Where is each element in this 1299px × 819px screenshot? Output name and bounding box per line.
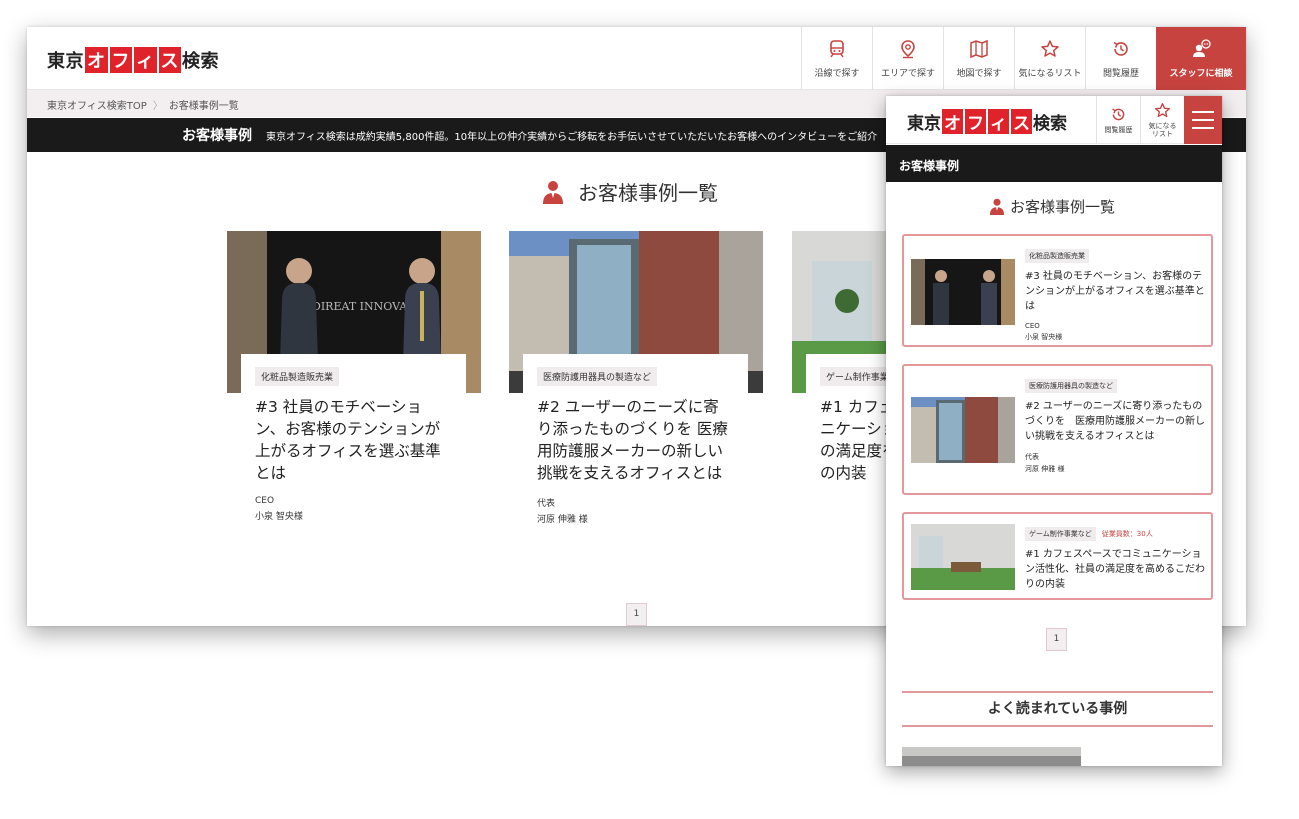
star-icon <box>1041 39 1059 57</box>
case-title[interactable]: #1 カフェスペースでコミュニケーション活性化、社員の満足度を高めるこだわりの内… <box>1025 547 1205 592</box>
section-heading: お客様事例一覧 <box>542 177 718 206</box>
case-title[interactable]: #2 ユーザーのニーズに寄り添ったものづくりを 医療用防護服メーカーの新しい挑戦… <box>1025 399 1205 444</box>
interviewee-role: 代表 <box>537 499 556 509</box>
popular-cases-heading: よく読まれている事例 <box>902 691 1213 727</box>
nav-history[interactable]: 閲覧履歴 <box>1085 27 1156 90</box>
case-card[interactable]: DIREAT INNOVATION 化粧品製造販売業 #3 社員のモチベーション… <box>227 231 481 534</box>
history-icon <box>1112 108 1125 121</box>
mobile-case-body: 化粧品製造販売業 #3 社員のモチベーション、お客様のテンションが上がるオフィス… <box>1025 243 1205 342</box>
star-icon <box>1155 103 1170 118</box>
train-icon <box>830 39 844 57</box>
mobile-case-card[interactable]: ゲーム制作事業など 従業員数：30人 #1 カフェスペースでコミュニケーション活性… <box>902 512 1213 600</box>
nav-history[interactable]: 閲覧履歴 <box>1096 96 1140 144</box>
staff-chat-icon <box>1193 38 1211 57</box>
map-pin-icon <box>901 39 915 58</box>
case-card[interactable]: 医療防護用器具の製造など #2 ユーザーのニーズに寄り添ったものづくりを 医療用… <box>509 231 763 537</box>
interviewee-role: CEO <box>255 496 275 506</box>
mobile-case-body: ゲーム制作事業など 従業員数：30人 #1 カフェスペースでコミュニケーション活性… <box>1025 521 1205 592</box>
map-icon <box>970 39 988 58</box>
hamburger-menu-icon[interactable] <box>1184 96 1222 144</box>
mobile-case-card[interactable]: 化粧品製造販売業 #3 社員のモチベーション、お客様のテンションが上がるオフィス… <box>902 234 1213 347</box>
case-title[interactable]: #3 社員のモチベーション、お客様のテンションが上がるオフィスを選ぶ基準とは <box>255 396 452 484</box>
case-thumbnail <box>911 259 1015 325</box>
industry-tag: 医療防護用器具の製造など <box>1025 379 1117 393</box>
mobile-case-body: 医療防護用器具の製造など #2 ユーザーのニーズに寄り添ったものづくりを 医療用… <box>1025 373 1205 474</box>
site-logo[interactable]: 東京オフィス検索 <box>47 47 219 73</box>
breadcrumb-separator: 〉 <box>152 101 163 112</box>
pagination-page-1[interactable]: 1 <box>626 603 647 626</box>
case-card-info: 医療防護用器具の製造など #2 ユーザーのニーズに寄り添ったものづくりを 医療用… <box>523 354 748 537</box>
mobile-screenshot: 東京オフィス検索 閲覧履歴 気になる リスト お客様事例 お客様事例一覧 化粧品… <box>886 96 1222 766</box>
breadcrumb-home-link[interactable]: 東京オフィス検索TOP <box>47 101 147 112</box>
nav-favorites[interactable]: 気になるリスト <box>1014 27 1085 90</box>
case-thumbnail <box>911 397 1015 463</box>
nav-staff-consult-button[interactable]: スタッフに相談 <box>1156 27 1246 90</box>
mobile-section-heading: お客様事例一覧 <box>989 196 1115 217</box>
interviewee-name: 小泉 智央様 <box>255 512 303 522</box>
industry-tag: 化粧品製造販売業 <box>1025 249 1089 263</box>
interviewee-role: 代表 <box>1025 453 1039 461</box>
person-icon <box>989 198 1005 215</box>
industry-tag: 医療防護用器具の製造など <box>537 367 658 386</box>
person-icon <box>543 180 563 204</box>
history-icon <box>1113 41 1128 56</box>
nav-search-by-area[interactable]: エリアで探す <box>872 27 943 90</box>
mobile-page-title-band: お客様事例 <box>886 145 1222 182</box>
industry-tag: ゲーム制作事業 <box>820 367 895 386</box>
nav-search-by-map[interactable]: 地図で探す <box>943 27 1014 90</box>
interviewee-role: CEO <box>1025 322 1040 330</box>
mobile-header: 東京オフィス検索 閲覧履歴 気になる リスト <box>886 96 1222 144</box>
band-title: お客様事例 <box>182 128 252 144</box>
interviewee-name: 河原 伸雅 様 <box>537 515 588 525</box>
mobile-case-card[interactable]: 医療防護用器具の製造など #2 ユーザーのニーズに寄り添ったものづくりを 医療用… <box>902 364 1213 495</box>
case-title[interactable]: #2 ユーザーのニーズに寄り添ったものづくりを 医療用防護服メーカーの新しい挑戦… <box>537 396 734 484</box>
case-thumbnail <box>911 524 1015 590</box>
site-header: 東京オフィス検索 沿線で探す エリアで探す 地図で探す 気になるリスト 閲覧履歴 <box>27 27 1246 90</box>
employee-count: 従業員数：30人 <box>1101 530 1153 538</box>
nav-search-by-line[interactable]: 沿線で探す <box>801 27 872 90</box>
industry-tag: ゲーム制作事業など <box>1025 527 1096 541</box>
nav-favorites[interactable]: 気になる リスト <box>1140 96 1184 144</box>
case-title[interactable]: #3 社員のモチベーション、お客様のテンションが上がるオフィスを選ぶ基準とは <box>1025 269 1205 314</box>
industry-tag: 化粧品製造販売業 <box>255 367 340 386</box>
interviewee-name: 小泉 智央様 <box>1025 333 1063 341</box>
breadcrumb-current: お客様事例一覧 <box>168 101 239 112</box>
mobile-header-nav: 閲覧履歴 気になる リスト <box>1096 96 1222 144</box>
site-logo[interactable]: 東京オフィス検索 <box>907 109 1067 134</box>
case-card-info: 化粧品製造販売業 #3 社員のモチベーション、お客様のテンションが上がるオフィス… <box>241 354 466 534</box>
header-nav: 沿線で探す エリアで探す 地図で探す 気になるリスト 閲覧履歴 スタッフに相談 <box>801 27 1246 90</box>
popular-case-photo[interactable] <box>902 747 1081 766</box>
interviewee-name: 河原 伸雅 様 <box>1025 465 1065 473</box>
band-description: 東京オフィス検索は成約実績5,800件超。10年以上の仲介実績からご移転をお手伝… <box>266 131 878 143</box>
pagination-page-1[interactable]: 1 <box>1046 628 1067 651</box>
